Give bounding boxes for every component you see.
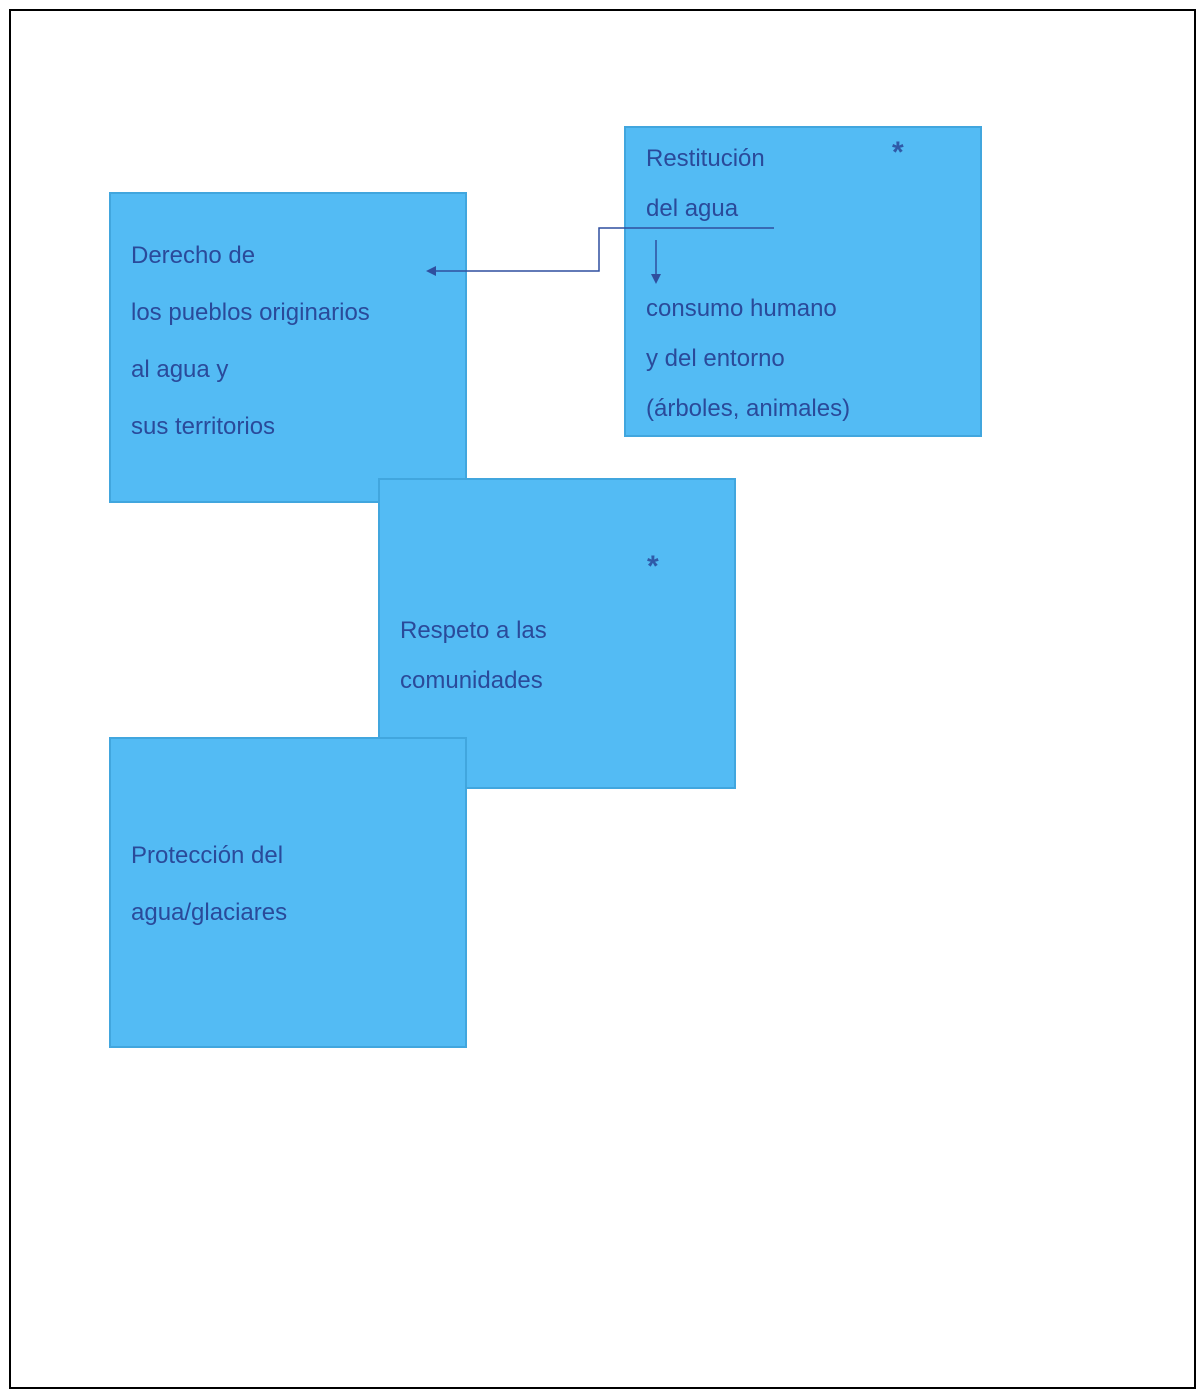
note-line: Protección del bbox=[131, 842, 284, 869]
note-line: agua/glaciares bbox=[131, 899, 288, 926]
note-restitucion-del-agua: Restitución del agua consumo humano y de… bbox=[624, 126, 982, 437]
note-line: comunidades bbox=[400, 667, 543, 694]
note-line: los pueblos originarios bbox=[131, 299, 370, 326]
note-derecho-pueblos-originarios: Derecho de los pueblos originarios al ag… bbox=[109, 192, 467, 503]
note-line bbox=[646, 234, 850, 284]
note-respeto-text: Respeto a las comunidades bbox=[400, 606, 547, 706]
note-line: (árboles, animales) bbox=[646, 395, 851, 422]
note-line: al agua y bbox=[131, 356, 229, 383]
asterisk-marker: * bbox=[892, 136, 904, 169]
note-line: Derecho de bbox=[131, 242, 256, 269]
note-line: y del entorno bbox=[646, 345, 785, 372]
note-line: del agua bbox=[646, 195, 739, 222]
asterisk-marker: * bbox=[647, 550, 659, 583]
note-proteccion-text: Protección del agua/glaciares bbox=[131, 827, 287, 941]
note-line: Respeto a las bbox=[400, 617, 547, 644]
note-restitucion-text: Restitución del agua consumo humano y de… bbox=[646, 134, 850, 434]
note-proteccion-agua-glaciares: Protección del agua/glaciares bbox=[109, 737, 467, 1048]
note-derecho-text: Derecho de los pueblos originarios al ag… bbox=[131, 227, 370, 455]
note-line: sus territorios bbox=[131, 413, 276, 440]
note-line: consumo humano bbox=[646, 295, 837, 322]
note-line: Restitución bbox=[646, 145, 765, 172]
